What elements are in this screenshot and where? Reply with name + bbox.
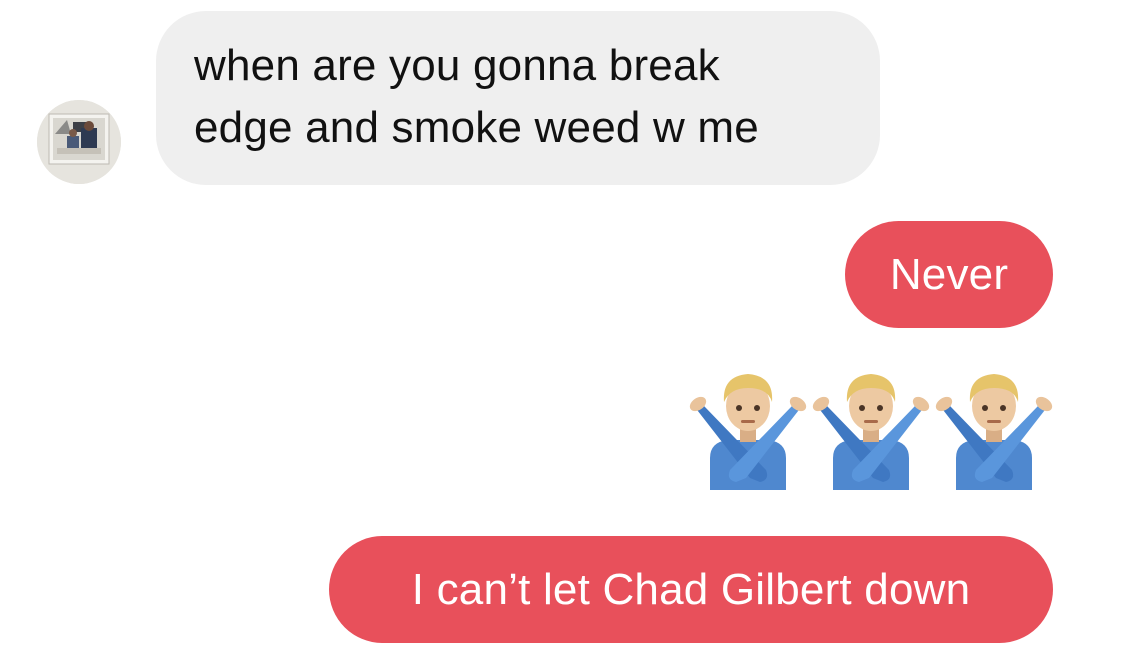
no-gesture-man-icon bbox=[688, 362, 808, 490]
no-gesture-man-icon bbox=[811, 362, 931, 490]
outgoing-message-bubble[interactable]: I can’t let Chad Gilbert down bbox=[329, 536, 1053, 643]
avatar-photo-icon bbox=[37, 100, 121, 184]
incoming-message-bubble[interactable]: when are you gonna break edge and smoke … bbox=[156, 11, 880, 185]
contact-avatar[interactable] bbox=[37, 100, 121, 184]
message-text: I can’t let Chad Gilbert down bbox=[411, 565, 971, 614]
no-gesture-man-icon bbox=[934, 362, 1054, 490]
message-text-line: when are you gonna break bbox=[194, 41, 720, 90]
outgoing-message-bubble[interactable]: Never bbox=[845, 221, 1053, 328]
emoji-message[interactable] bbox=[688, 362, 1054, 490]
message-text-line: edge and smoke weed w me bbox=[194, 103, 759, 152]
message-text: Never bbox=[889, 250, 1009, 299]
